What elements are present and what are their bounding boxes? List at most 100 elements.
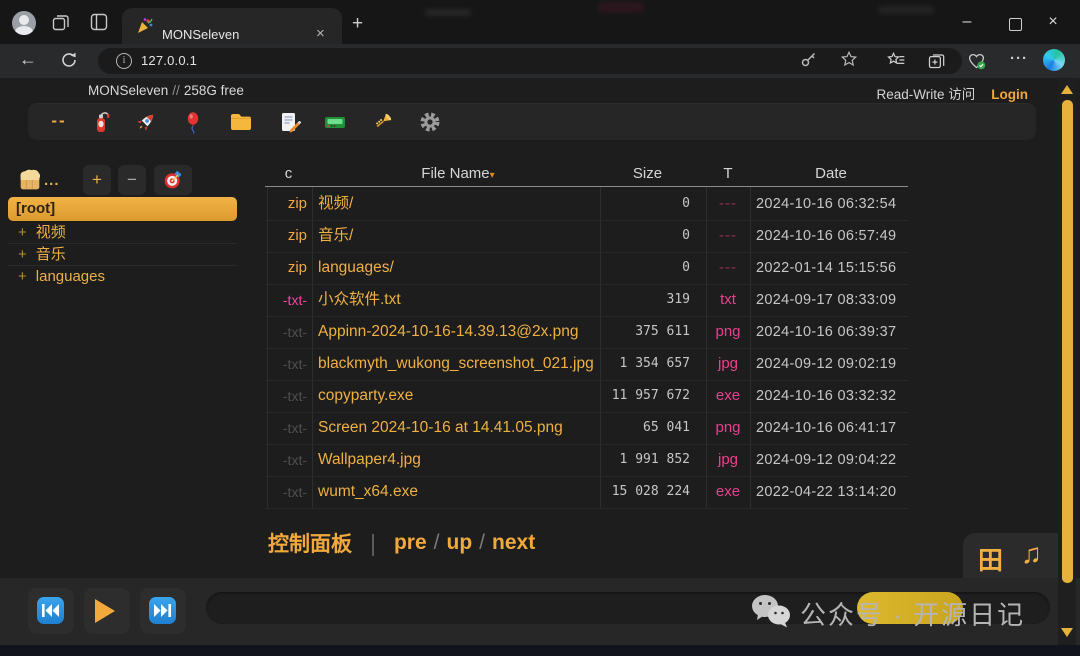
fire-extinguisher-icon[interactable] (86, 110, 116, 134)
bread-tree-icon[interactable] (16, 166, 44, 194)
scrollbar-thumb[interactable] (1062, 100, 1073, 583)
pager-icon[interactable] (320, 110, 350, 134)
expand-plus-icon[interactable]: + (8, 246, 36, 263)
file-link[interactable]: Wallpaper4.jpg (318, 444, 421, 476)
scroll-down-arrow-icon[interactable] (1061, 628, 1073, 637)
favorites-hub-icon[interactable] (886, 50, 906, 70)
file-link[interactable]: 音乐/ (318, 220, 353, 252)
path-separator: // (168, 83, 184, 98)
table-row[interactable]: ziplanguages/0---2022-01-14 15:15:56 (265, 252, 908, 285)
txt-link[interactable]: -txt- (265, 380, 307, 412)
column-header-c[interactable]: c (270, 165, 307, 182)
new-tab-button[interactable]: + (352, 13, 363, 35)
tab-actions-icon[interactable] (90, 13, 108, 31)
address-bar[interactable] (98, 48, 962, 74)
txt-link[interactable]: -txt- (265, 316, 307, 348)
table-row[interactable]: -txt-copyparty.exe11 957 672exe2024-10-1… (265, 380, 908, 413)
tree-expand-button[interactable]: + (83, 165, 111, 195)
file-link[interactable]: languages/ (318, 252, 394, 284)
browser-menu-icon[interactable]: ··· (1010, 50, 1028, 67)
table-row[interactable]: -txt-blackmyth_wukong_screenshot_021.jpg… (265, 348, 908, 381)
rocket-icon[interactable] (131, 110, 161, 134)
expand-plus-icon[interactable]: + (8, 268, 36, 285)
column-header-filename[interactable]: File Name▾ (318, 165, 598, 182)
close-window-button[interactable]: × (1038, 13, 1068, 31)
browser-essentials-icon[interactable] (966, 50, 987, 71)
reload-icon[interactable] (60, 51, 78, 69)
browser-tab[interactable]: MONSeleven × (122, 8, 342, 44)
site-name[interactable]: MONSeleven (88, 83, 168, 98)
trumpet-icon[interactable] (368, 110, 398, 134)
table-row[interactable]: -txt-Appinn-2024-10-16-14.39.13@2x.png37… (265, 316, 908, 349)
login-link[interactable]: Login (991, 87, 1028, 102)
file-link[interactable]: Screen 2024-10-16 at 14.41.05.png (318, 412, 563, 444)
column-header-date[interactable]: Date (756, 165, 906, 182)
table-row[interactable]: -txt-wumt_x64.exe15 028 224exe2022-04-22… (265, 476, 908, 509)
file-date: 2024-09-12 09:02:19 (756, 348, 896, 380)
table-row[interactable]: zip音乐/0---2024-10-16 06:57:49 (265, 220, 908, 253)
txt-link[interactable]: -txt- (265, 284, 307, 316)
zip-link[interactable]: zip (265, 252, 307, 284)
sidebar-item-root[interactable]: [root] (8, 197, 237, 221)
maximize-button[interactable] (1009, 18, 1022, 31)
file-link[interactable]: wumt_x64.exe (318, 476, 418, 508)
table-row[interactable]: zip视频/0---2024-10-16 06:32:54 (265, 188, 908, 221)
tab-close-icon[interactable]: × (316, 25, 325, 42)
txt-link[interactable]: -txt- (265, 412, 307, 444)
url-text[interactable]: 127.0.0.1 (141, 53, 197, 68)
file-link[interactable]: copyparty.exe (318, 380, 413, 412)
zip-link[interactable]: zip (265, 188, 307, 220)
file-link[interactable]: 小众软件.txt (318, 284, 401, 316)
skip-back-button[interactable] (37, 597, 64, 624)
txt-link[interactable]: -txt- (265, 444, 307, 476)
file-type: --- (707, 188, 749, 220)
table-row[interactable]: -txt-Wallpaper4.jpg1 991 852jpg2024-09-1… (265, 444, 908, 477)
minimize-button[interactable]: – (952, 13, 982, 31)
file-size: 1 354 657 (605, 348, 690, 380)
zip-link[interactable]: zip (265, 220, 307, 252)
collapse-toolbar-button[interactable]: -- (44, 110, 74, 134)
column-header-type[interactable]: T (707, 165, 749, 182)
grid-view-toggle[interactable]: 田 (978, 541, 1003, 577)
wechat-icon (750, 593, 792, 629)
txt-link[interactable]: -txt- (265, 476, 307, 508)
password-key-icon[interactable] (800, 51, 817, 68)
workspaces-icon[interactable] (52, 13, 71, 32)
column-header-size[interactable]: Size (605, 165, 690, 182)
sidebar-item-languages[interactable]: +languages (8, 266, 237, 287)
collections-icon[interactable] (927, 50, 947, 70)
dart-jump-button[interactable] (154, 165, 192, 195)
audio-player-toggle[interactable]: ♫ (1021, 538, 1042, 570)
settings-gear-icon[interactable] (415, 110, 445, 134)
file-date: 2022-01-14 15:15:56 (756, 252, 896, 284)
watermark-ghost (598, 2, 644, 13)
up-link[interactable]: up (447, 531, 473, 554)
file-type: --- (707, 252, 749, 284)
table-row[interactable]: -txt-小众软件.txt319txt2024-09-17 08:33:09 (265, 284, 908, 317)
favorite-star-icon[interactable] (840, 50, 858, 68)
tree-more-dots[interactable]: ... (44, 172, 60, 189)
memo-icon[interactable] (274, 110, 304, 134)
back-button[interactable]: ← (19, 49, 37, 70)
control-panel-link[interactable]: 控制面板 (268, 533, 352, 556)
expand-plus-icon[interactable]: + (8, 224, 36, 241)
sidebar-item-videos[interactable]: +视频 (8, 222, 237, 244)
balloon-icon[interactable] (178, 110, 208, 134)
prev-link[interactable]: pre (394, 531, 427, 554)
profile-avatar-icon[interactable] (12, 11, 36, 35)
file-link[interactable]: 视频/ (318, 188, 353, 220)
table-row[interactable]: -txt-Screen 2024-10-16 at 14.41.05.png65… (265, 412, 908, 445)
scroll-up-arrow-icon[interactable] (1061, 85, 1073, 94)
play-button[interactable] (95, 599, 115, 623)
tree-collapse-button[interactable]: − (118, 165, 146, 195)
site-info-icon[interactable]: i (116, 53, 132, 69)
sidebar-item-music[interactable]: +音乐 (8, 244, 237, 266)
skip-forward-button[interactable] (149, 597, 176, 624)
folder-icon[interactable] (226, 110, 256, 134)
file-link[interactable]: blackmyth_wukong_screenshot_021.jpg (318, 348, 594, 380)
file-link[interactable]: Appinn-2024-10-16-14.39.13@2x.png (318, 316, 578, 348)
copilot-icon[interactable] (1043, 49, 1065, 71)
next-link[interactable]: next (492, 531, 535, 554)
txt-link[interactable]: -txt- (265, 348, 307, 380)
file-type: exe (707, 476, 749, 508)
